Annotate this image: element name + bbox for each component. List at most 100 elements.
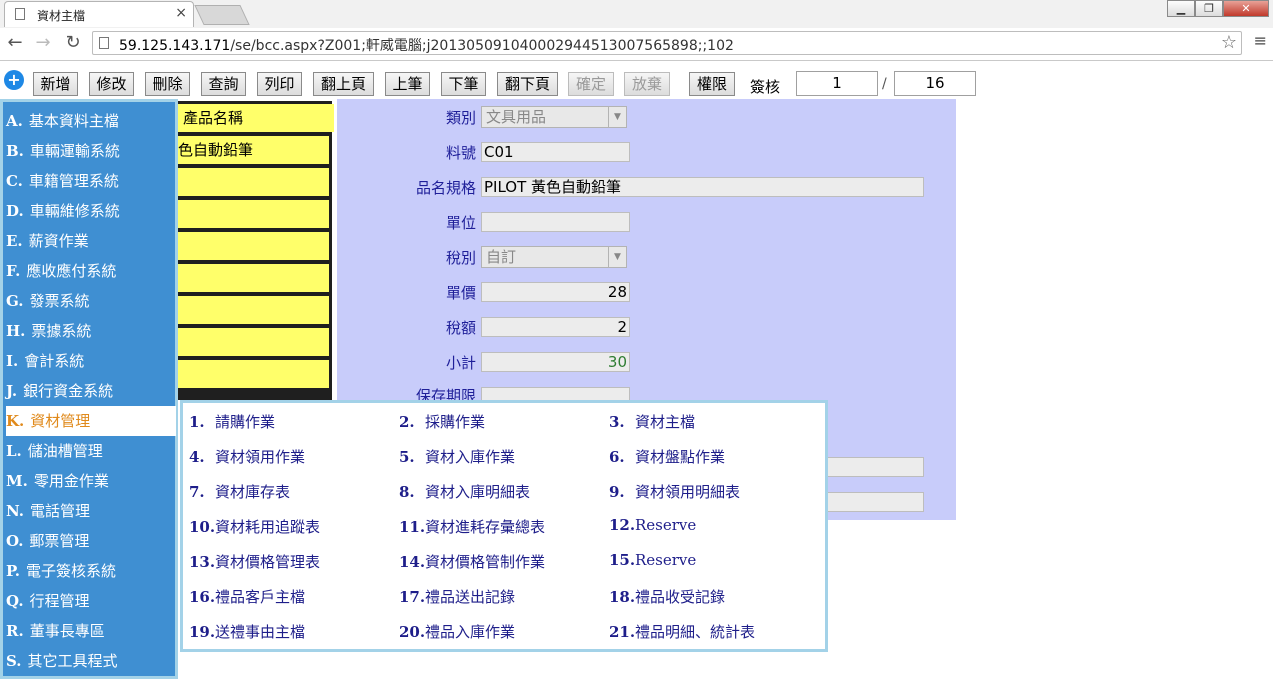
- back-arrow-icon[interactable]: ←: [4, 31, 26, 55]
- page-icon: [15, 8, 25, 20]
- new-tab-button[interactable]: [194, 5, 250, 25]
- discard-button[interactable]: 放棄: [624, 72, 670, 96]
- print-button[interactable]: 列印: [257, 72, 302, 96]
- unit-label: 單位: [445, 214, 476, 232]
- list-item[interactable]: [178, 328, 329, 356]
- confirm-button[interactable]: 確定: [568, 72, 614, 96]
- list-item[interactable]: [178, 360, 329, 388]
- submenu-item-9[interactable]: 9. 資材領用明細表: [609, 481, 740, 502]
- sign-label: 簽核: [750, 78, 781, 96]
- code-field[interactable]: C01: [481, 142, 630, 162]
- name-field[interactable]: PILOT 黃色自動鉛筆: [481, 177, 924, 197]
- sidebar-item-h[interactable]: H. 票據系統: [6, 316, 176, 346]
- sidebar-item-b[interactable]: B. 車輛運輸系統: [6, 136, 176, 166]
- next-record-button[interactable]: 下筆: [441, 72, 486, 96]
- submenu-item-19[interactable]: 19.送禮事由主檔: [189, 621, 305, 642]
- tax-type-select[interactable]: 自訂 ▼: [481, 246, 627, 268]
- page-separator: /: [882, 76, 887, 92]
- sidebar-item-d[interactable]: D. 車輛維修系統: [6, 196, 176, 226]
- permission-button[interactable]: 權限: [689, 72, 735, 96]
- page-current-input[interactable]: 1: [796, 71, 878, 96]
- close-icon[interactable]: ×: [175, 5, 187, 21]
- list-item[interactable]: [178, 264, 329, 292]
- sidebar-item-i[interactable]: I. 會計系統: [6, 346, 176, 376]
- page-down-button[interactable]: 翻下頁: [497, 72, 558, 96]
- sidebar-item-m[interactable]: M. 零用金作業: [6, 466, 176, 496]
- submenu-item-13[interactable]: 13.資材價格管理表: [189, 551, 320, 572]
- submenu-item-3[interactable]: 3. 資材主檔: [609, 411, 695, 432]
- reload-icon[interactable]: ↻: [62, 31, 84, 55]
- submenu-item-15[interactable]: 15.Reserve: [609, 551, 696, 569]
- menu-icon[interactable]: ≡: [1254, 31, 1267, 50]
- category-select[interactable]: 文具用品 ▼: [481, 106, 627, 128]
- maximize-button[interactable]: ❐: [1195, 0, 1223, 17]
- chevron-down-icon: ▼: [608, 107, 626, 127]
- sidebar-item-g[interactable]: G. 發票系統: [6, 286, 176, 316]
- delete-button[interactable]: 刪除: [145, 72, 190, 96]
- tax-type-label: 稅別: [445, 249, 476, 267]
- sidebar-item-c[interactable]: C. 車籍管理系統: [6, 166, 176, 196]
- submenu-item-7[interactable]: 7. 資材庫存表: [189, 481, 290, 502]
- tax-label: 稅額: [445, 319, 476, 337]
- unit-field[interactable]: [481, 212, 630, 232]
- sidebar-item-r[interactable]: R. 董事長專區: [6, 616, 176, 646]
- submenu-item-10[interactable]: 10.資材耗用追蹤表: [189, 516, 320, 537]
- submenu-item-2[interactable]: 2. 採購作業: [399, 411, 485, 432]
- submenu-item-17[interactable]: 17.禮品送出記錄: [399, 586, 515, 607]
- subtotal-field[interactable]: 30: [481, 352, 630, 372]
- query-button[interactable]: 查詢: [201, 72, 246, 96]
- add-button[interactable]: 新增: [33, 72, 78, 96]
- plus-icon[interactable]: +: [4, 70, 24, 90]
- price-field[interactable]: 28: [481, 282, 630, 302]
- submenu-item-6[interactable]: 6. 資材盤點作業: [609, 446, 725, 467]
- address-bar[interactable]: 59.125.143.171/se/bcc.aspx?Z001;軒威電腦;j20…: [92, 31, 1242, 55]
- submenu-item-21[interactable]: 21.禮品明細、統計表: [609, 621, 755, 642]
- browser-toolbar: ← → ↻ 59.125.143.171/se/bcc.aspx?Z001;軒威…: [0, 28, 1273, 61]
- submenu-item-14[interactable]: 14.資材價格管制作業: [399, 551, 545, 572]
- product-list: 產品名稱 色自動鉛筆: [178, 101, 334, 400]
- list-header: 產品名稱: [178, 104, 334, 132]
- sidebar-item-k[interactable]: K. 資材管理: [6, 406, 176, 436]
- url-text: 59.125.143.171/se/bcc.aspx?Z001;軒威電腦;j20…: [119, 38, 734, 54]
- submenu-item-20[interactable]: 20.禮品入庫作業: [399, 621, 515, 642]
- page-icon: [99, 37, 109, 49]
- app-toolbar: + 新增 修改 刪除 查詢 列印 翻上頁 上筆 下筆 翻下頁 確定 放棄 權限 …: [0, 64, 1273, 98]
- forward-arrow-icon[interactable]: →: [32, 31, 54, 55]
- window-close-button[interactable]: ✕: [1223, 0, 1269, 17]
- submenu-item-11[interactable]: 11.資材進耗存彙總表: [399, 516, 545, 537]
- sidebar-item-e[interactable]: E. 薪資作業: [6, 226, 176, 256]
- sidebar-item-a[interactable]: A. 基本資料主檔: [6, 106, 176, 136]
- list-item[interactable]: 色自動鉛筆: [178, 136, 329, 164]
- main-menu-sidebar: A. 基本資料主檔 B. 車輛運輸系統 C. 車籍管理系統 D. 車輛維修系統 E. 薪資…: [0, 99, 178, 679]
- prev-record-button[interactable]: 上筆: [385, 72, 430, 96]
- list-item[interactable]: [178, 296, 329, 324]
- sidebar-item-n[interactable]: N. 電話管理: [6, 496, 176, 526]
- list-item[interactable]: [178, 232, 329, 260]
- bookmark-star-icon[interactable]: ☆: [1221, 32, 1237, 53]
- submenu-item-18[interactable]: 18.禮品收受記錄: [609, 586, 725, 607]
- sidebar-item-l[interactable]: L. 儲油槽管理: [6, 436, 176, 466]
- list-item[interactable]: [178, 168, 329, 196]
- edit-button[interactable]: 修改: [89, 72, 134, 96]
- sidebar-item-p[interactable]: P. 電子簽核系統: [6, 556, 176, 586]
- sidebar-item-o[interactable]: O. 郵票管理: [6, 526, 176, 556]
- submenu-item-1[interactable]: 1. 請購作業: [189, 411, 275, 432]
- sidebar-item-f[interactable]: F. 應收應付系統: [6, 256, 176, 286]
- page-total-input[interactable]: 16: [894, 71, 976, 96]
- submenu-item-12[interactable]: 12.Reserve: [609, 516, 696, 534]
- list-item[interactable]: [178, 200, 329, 228]
- tax-field[interactable]: 2: [481, 317, 630, 337]
- sidebar-item-q[interactable]: Q. 行程管理: [6, 586, 176, 616]
- sidebar-item-s[interactable]: S. 其它工具程式: [6, 646, 176, 676]
- page-up-button[interactable]: 翻上頁: [313, 72, 374, 96]
- submenu-item-16[interactable]: 16.禮品客戶主檔: [189, 586, 305, 607]
- submenu-item-4[interactable]: 4. 資材領用作業: [189, 446, 305, 467]
- minimize-button[interactable]: ▁: [1167, 0, 1195, 17]
- tab-title: 資材主檔: [37, 9, 86, 23]
- subtotal-label: 小計: [445, 354, 476, 372]
- browser-tab[interactable]: 資材主檔 ×: [4, 1, 194, 27]
- submenu-item-5[interactable]: 5. 資材入庫作業: [399, 446, 515, 467]
- submenu-item-8[interactable]: 8. 資材入庫明細表: [399, 481, 530, 502]
- chevron-down-icon: ▼: [608, 247, 626, 267]
- sidebar-item-j[interactable]: J. 銀行資金系統: [6, 376, 176, 406]
